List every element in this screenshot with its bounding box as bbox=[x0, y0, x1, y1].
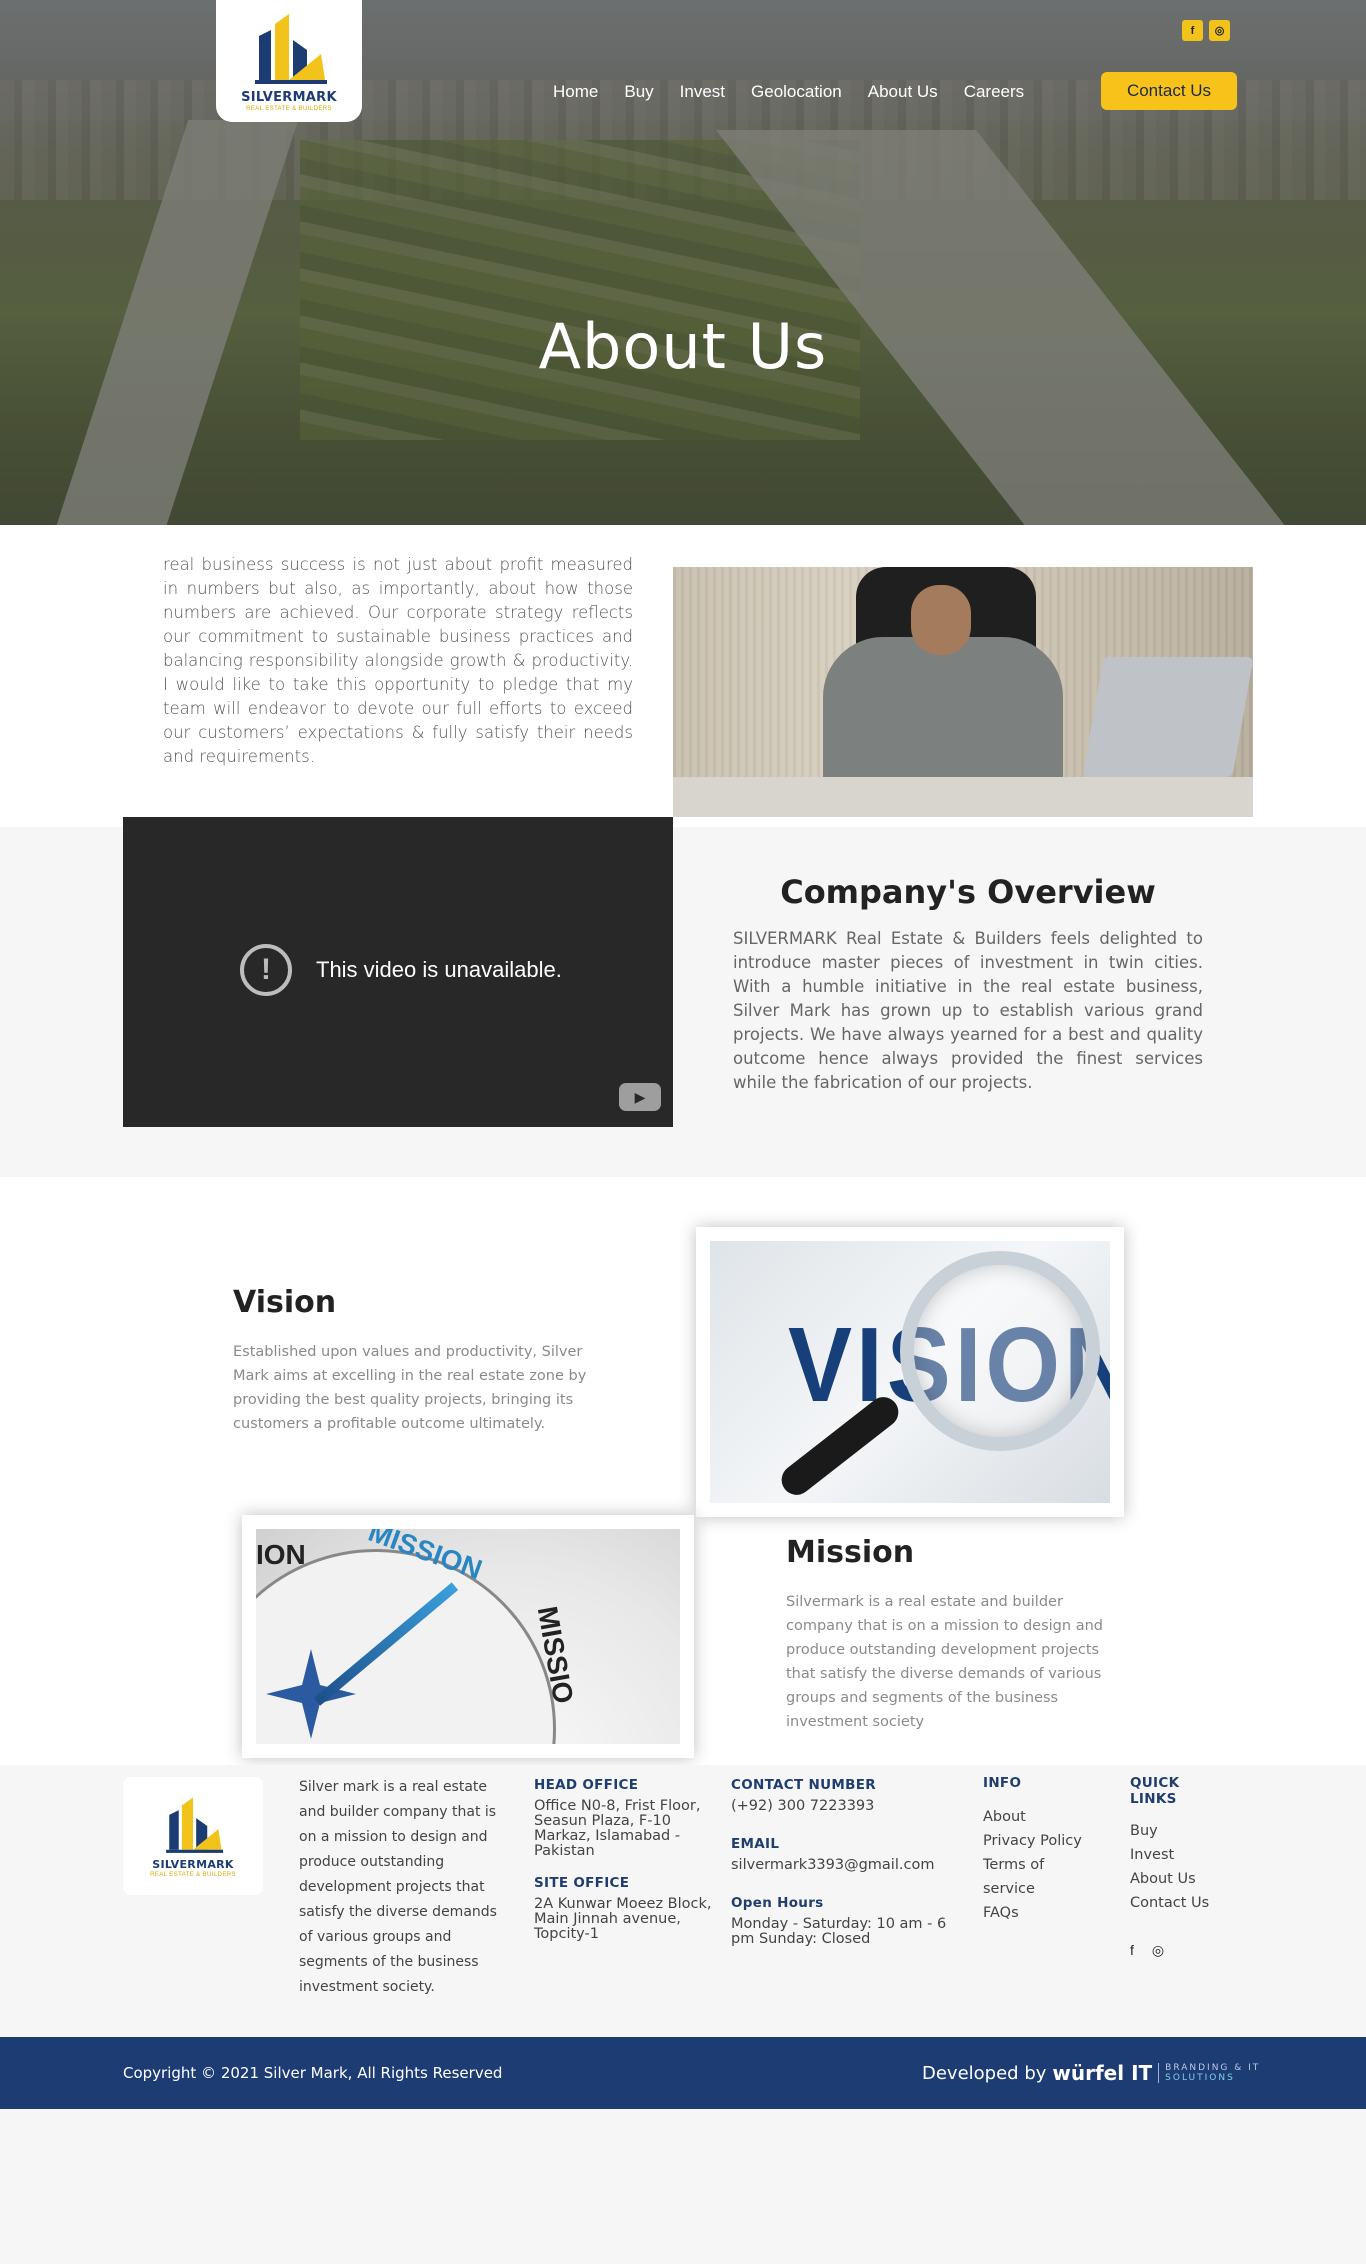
vision-image: VISION bbox=[696, 1227, 1124, 1517]
company-overview-section: ! This video is unavailable. ▶ Company's… bbox=[0, 817, 1366, 1177]
mission-image: ION MISSION MISSIO bbox=[242, 1515, 694, 1758]
quick-link-contact-us[interactable]: Contact Us bbox=[1130, 1891, 1210, 1915]
footer-logo[interactable]: SILVERMARK REAL ESTATE & BUILDERS bbox=[123, 1777, 263, 1895]
footer-logo-tagline: REAL ESTATE & BUILDERS bbox=[150, 1872, 236, 1878]
footer-quick-links: QUICK LINKS Buy Invest About Us Contact … bbox=[1130, 1775, 1210, 1915]
nav-buy[interactable]: Buy bbox=[624, 82, 653, 102]
copyright-bar: Copyright © 2021 Silver Mark, All Rights… bbox=[0, 2037, 1366, 2109]
video-unavailable-message: This video is unavailable. bbox=[316, 957, 562, 982]
footer-about-text: Silver mark is a real estate and builder… bbox=[299, 1779, 497, 1995]
developer-credit[interactable]: Developed by würfel IT BRANDING & IT SOL… bbox=[922, 2061, 1260, 2085]
ceo-message-section: real business success is not just about … bbox=[0, 525, 1366, 827]
nav-geolocation[interactable]: Geolocation bbox=[751, 82, 842, 102]
footer-logo-wordmark: SILVERMARK bbox=[152, 1858, 234, 1871]
logo-building-icon bbox=[166, 1797, 224, 1853]
overview-text: SILVERMARK Real Estate & Builders feels … bbox=[733, 929, 1203, 1092]
facebook-icon[interactable]: f bbox=[1182, 20, 1203, 41]
quick-link-invest[interactable]: Invest bbox=[1130, 1843, 1210, 1867]
logo-wordmark: SILVERMARK bbox=[241, 90, 337, 105]
developer-tagline: BRANDING & IT SOLUTIONS bbox=[1158, 2063, 1260, 2083]
quick-link-about-us[interactable]: About Us bbox=[1130, 1867, 1210, 1891]
info-link-privacy[interactable]: Privacy Policy bbox=[983, 1829, 1093, 1853]
site-office-label: SITE OFFICE bbox=[534, 1875, 630, 1891]
site-office-address: 2A Kunwar Moeez Block, Main Jinnah avenu… bbox=[534, 1896, 712, 1942]
logo-tagline: REAL ESTATE & BUILDERS bbox=[246, 106, 332, 112]
email-label: EMAIL bbox=[731, 1836, 780, 1852]
open-hours-label: Open Hours bbox=[731, 1895, 824, 1911]
footer-offices: HEAD OFFICE Office N0-8, Frist Floor, Se… bbox=[534, 1777, 714, 1942]
header-social: f ◎ bbox=[1182, 20, 1230, 41]
nav-careers[interactable]: Careers bbox=[964, 82, 1024, 102]
info-link-terms[interactable]: Terms of service bbox=[983, 1853, 1093, 1901]
footer: SILVERMARK REAL ESTATE & BUILDERS Silver… bbox=[0, 1765, 1366, 2037]
contact-us-button[interactable]: Contact Us bbox=[1101, 72, 1237, 110]
mission-title: Mission bbox=[786, 1535, 915, 1570]
ceo-message-text: real business success is not just about … bbox=[163, 555, 633, 766]
vision-text: Established upon values and productivity… bbox=[233, 1344, 587, 1432]
vision-mission-section: Vision Established upon values and produ… bbox=[0, 1177, 1366, 1765]
nav-about-us[interactable]: About Us bbox=[868, 82, 938, 102]
footer-contact: CONTACT NUMBER (+92) 300 7223393 EMAIL s… bbox=[731, 1777, 951, 1947]
footer-social: f ◎ bbox=[1130, 1942, 1164, 1959]
quick-links-label: QUICK LINKS bbox=[1130, 1775, 1180, 1807]
youtube-icon[interactable]: ▶ bbox=[619, 1083, 661, 1111]
nav-home[interactable]: Home bbox=[553, 82, 598, 102]
developed-by-label: Developed by bbox=[922, 2062, 1047, 2084]
instagram-icon[interactable]: ◎ bbox=[1209, 20, 1230, 41]
mission-text: Silvermark is a real estate and builder … bbox=[786, 1594, 1103, 1730]
open-hours: Monday - Saturday: 10 am - 6 pm Sunday: … bbox=[731, 1916, 947, 1947]
warning-icon: ! bbox=[240, 944, 292, 996]
magnifier-icon bbox=[900, 1251, 1100, 1451]
quick-link-buy[interactable]: Buy bbox=[1130, 1819, 1210, 1843]
developer-tagline-2: SOLUTIONS bbox=[1165, 2073, 1235, 2083]
head-office-label: HEAD OFFICE bbox=[534, 1777, 639, 1793]
ceo-photo bbox=[673, 567, 1253, 817]
head-office-address: Office N0-8, Frist Floor, Seasun Plaza, … bbox=[534, 1798, 701, 1859]
copyright-text: Copyright © 2021 Silver Mark, All Rights… bbox=[123, 2064, 503, 2082]
nav-invest[interactable]: Invest bbox=[680, 82, 725, 102]
hero-banner: About Us SILVERMARK REAL ESTATE & BUILDE… bbox=[0, 0, 1366, 525]
facebook-icon[interactable]: f bbox=[1130, 1942, 1134, 1959]
info-link-faqs[interactable]: FAQs bbox=[983, 1901, 1093, 1925]
contact-number[interactable]: (+92) 300 7223393 bbox=[731, 1799, 951, 1814]
video-player[interactable]: ! This video is unavailable. ▶ bbox=[123, 817, 673, 1127]
page: About Us SILVERMARK REAL ESTATE & BUILDE… bbox=[0, 0, 1366, 2264]
developer-brand: würfel IT bbox=[1052, 2061, 1153, 2085]
main-nav: Home Buy Invest Geolocation About Us Car… bbox=[553, 82, 1050, 102]
overview-title: Company's Overview bbox=[780, 873, 1156, 911]
footer-info: INFO About Privacy Policy Terms of servi… bbox=[983, 1775, 1093, 1925]
instagram-icon[interactable]: ◎ bbox=[1152, 1942, 1164, 1959]
developer-tagline-1: BRANDING & IT bbox=[1165, 2063, 1261, 2073]
info-label: INFO bbox=[983, 1775, 1022, 1791]
page-title: About Us bbox=[538, 310, 828, 383]
mission-image-word-1: ION bbox=[256, 1539, 306, 1570]
site-logo[interactable]: SILVERMARK REAL ESTATE & BUILDERS bbox=[216, 0, 362, 122]
vision-title: Vision bbox=[233, 1285, 337, 1320]
compass-dial bbox=[256, 1549, 556, 1744]
email-address[interactable]: silvermark3393@gmail.com bbox=[731, 1858, 951, 1873]
logo-building-icon bbox=[255, 14, 327, 84]
contact-number-label: CONTACT NUMBER bbox=[731, 1777, 876, 1793]
info-link-about[interactable]: About bbox=[983, 1805, 1093, 1829]
